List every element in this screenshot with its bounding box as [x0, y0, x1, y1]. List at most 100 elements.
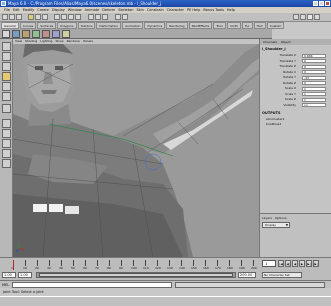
shelf-tab-curves[interactable]: Curves: [19, 22, 37, 29]
time-slider[interactable]: 1 10 20 30 40 50 60 70 80 90 100 110 120 130 140 150 160…: [0, 257, 331, 280]
mask-surface-icon[interactable]: [68, 14, 74, 20]
step-forward-icon[interactable]: ▶|: [306, 260, 312, 267]
attribute-row[interactable]: Translate Y 0: [262, 59, 328, 64]
attribute-value-field[interactable]: 1: [302, 92, 326, 96]
render-icon[interactable]: [115, 14, 121, 20]
last-tool-icon[interactable]: [2, 104, 11, 113]
output-item[interactable]: bindPose1: [266, 122, 281, 126]
layer-editor-toggle-icon[interactable]: [314, 14, 320, 20]
selected-object-name[interactable]: l_Shoulder_j: [262, 47, 286, 51]
snap-grid-icon[interactable]: [88, 14, 94, 20]
shelf-tab-cloth[interactable]: Cloth: [227, 22, 241, 29]
shelf-tab-general[interactable]: General: [1, 22, 19, 29]
playback-end-field[interactable]: 200.00: [238, 272, 256, 278]
rotate-tool-icon[interactable]: [2, 72, 11, 81]
show-channel-box-icon[interactable]: [307, 14, 313, 20]
play-backward-icon[interactable]: ◀: [292, 260, 298, 267]
snap-curve-icon[interactable]: [95, 14, 101, 20]
playback-start-field[interactable]: 1.00: [18, 272, 32, 278]
four-view-layout-icon[interactable]: [2, 129, 11, 138]
mask-curve-icon[interactable]: [61, 14, 67, 20]
layers-menu[interactable]: Layers: [262, 216, 272, 220]
shelf-tool-icon[interactable]: [22, 30, 30, 38]
show-attribute-editor-icon[interactable]: [293, 14, 299, 20]
shelf-tool-icon[interactable]: [52, 30, 60, 38]
go-to-end-icon[interactable]: ▶|: [313, 260, 319, 267]
tab-object[interactable]: Object: [281, 39, 291, 45]
range-slider-handle[interactable]: [39, 273, 233, 277]
shelf-tab-painteffects[interactable]: PaintEffects: [188, 22, 213, 29]
mask-deform-icon[interactable]: [75, 14, 81, 20]
attribute-row[interactable]: Scale X 1: [262, 86, 328, 91]
lasso-tool-icon[interactable]: [2, 52, 11, 61]
new-scene-icon[interactable]: [2, 14, 8, 20]
shelf-tool-icon[interactable]: [32, 30, 40, 38]
current-time-indicator[interactable]: [13, 260, 14, 270]
maximize-button[interactable]: [319, 1, 324, 6]
shelf-tab-surfaces[interactable]: Surfaces: [37, 22, 57, 29]
start-time-field[interactable]: 1.00: [2, 272, 16, 278]
snap-point-icon[interactable]: [102, 14, 108, 20]
minimize-button[interactable]: [313, 1, 318, 6]
shelf-tab-custom[interactable]: Custom: [266, 22, 285, 29]
attribute-row[interactable]: Translate Z 0: [262, 64, 328, 69]
mask-joint-icon[interactable]: [54, 14, 60, 20]
move-tool-icon[interactable]: [2, 62, 11, 71]
select-tool-icon[interactable]: [2, 42, 11, 51]
open-scene-icon[interactable]: [9, 14, 15, 20]
attribute-value-field[interactable]: 0: [302, 81, 326, 85]
character-set-menu[interactable]: No Character Set: [262, 272, 302, 278]
attribute-row[interactable]: Visibility on: [262, 103, 328, 108]
shelf-tab-hair[interactable]: Hair: [253, 22, 266, 29]
shelf-tab-subdivs[interactable]: Subdivs: [77, 22, 96, 29]
attribute-row[interactable]: Rotate X 0: [262, 70, 328, 75]
attribute-value-field[interactable]: 0: [302, 64, 326, 69]
attribute-row[interactable]: Scale Z 1: [262, 97, 328, 102]
shelf-tab-fur[interactable]: Fur: [241, 22, 253, 29]
attribute-value-field[interactable]: -43: [302, 75, 326, 80]
select-component-icon[interactable]: [42, 14, 48, 20]
persp-outliner-layout-icon[interactable]: [2, 139, 11, 148]
shelf-menu-icon[interactable]: [2, 30, 10, 38]
shelf-tab-rendering[interactable]: Rendering: [166, 22, 188, 29]
shelf-tool-icon[interactable]: [62, 30, 70, 38]
shelf-tool-icon[interactable]: [12, 30, 20, 38]
attribute-value-field[interactable]: on: [302, 103, 326, 107]
attribute-value-field[interactable]: 0.666: [302, 53, 326, 58]
output-item[interactable]: skinCluster1: [266, 117, 285, 121]
attribute-row[interactable]: Scale Y 1: [262, 92, 328, 97]
shelf-tab-deformation[interactable]: Deformation: [96, 22, 122, 29]
ipr-render-icon[interactable]: [122, 14, 128, 20]
range-slider[interactable]: [36, 272, 236, 278]
select-object-icon[interactable]: [35, 14, 41, 20]
shelf-tab-toon[interactable]: Toon: [213, 22, 227, 29]
attribute-row[interactable]: Rotate Y -43: [262, 75, 328, 80]
close-button[interactable]: [325, 1, 330, 6]
select-hierarchy-icon[interactable]: [28, 14, 34, 20]
hypershade-layout-icon[interactable]: [2, 159, 11, 168]
attribute-value-field[interactable]: 1: [302, 97, 326, 102]
manipulator-tool-icon[interactable]: [2, 92, 11, 101]
options-menu[interactable]: Options: [275, 216, 287, 220]
tab-channels[interactable]: Channels: [263, 39, 277, 45]
attribute-value-field[interactable]: 0: [302, 70, 326, 74]
attribute-value-field[interactable]: 1: [302, 86, 326, 91]
layer-type-dropdown[interactable]: Display ▼: [262, 222, 290, 228]
perspective-viewport[interactable]: [13, 44, 259, 257]
persp-graph-layout-icon[interactable]: [2, 149, 11, 158]
scale-tool-icon[interactable]: [2, 82, 11, 91]
shelf-tab-polygons[interactable]: Polygons: [57, 22, 77, 29]
go-to-start-icon[interactable]: |◀: [278, 260, 284, 267]
show-tool-settings-icon[interactable]: [300, 14, 306, 20]
shelf-tab-dynamics[interactable]: Dynamics: [144, 22, 166, 29]
single-view-layout-icon[interactable]: [2, 119, 11, 128]
attribute-row[interactable]: Translate X 0.666: [262, 53, 328, 58]
play-forward-icon[interactable]: ▶: [299, 260, 305, 267]
save-scene-icon[interactable]: [16, 14, 22, 20]
current-frame-field[interactable]: 1: [262, 260, 276, 267]
step-back-icon[interactable]: ◀|: [285, 260, 291, 267]
shelf-tab-animation[interactable]: Animation: [122, 22, 144, 29]
attribute-value-field[interactable]: 0: [302, 59, 326, 63]
attribute-row[interactable]: Rotate Z 0: [262, 81, 328, 86]
shelf-tool-icon[interactable]: [42, 30, 50, 38]
